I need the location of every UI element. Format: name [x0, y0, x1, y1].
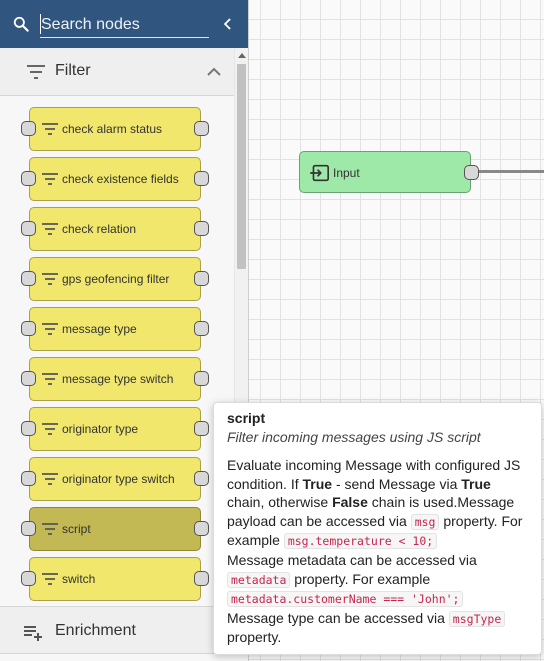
filter-list-icon [42, 123, 58, 135]
filter-node-label: originator type switch [62, 472, 175, 486]
search-bar [0, 0, 248, 48]
tooltip-code: msg.temperature < 10; [283, 533, 438, 550]
chevron-up-icon[interactable] [202, 60, 226, 84]
filter-node-label: message type switch [62, 372, 174, 386]
output-port[interactable] [194, 521, 209, 536]
input-port[interactable] [21, 321, 36, 336]
input-port[interactable] [21, 521, 36, 536]
filter-node-label: message type [62, 322, 137, 336]
filter-node-item[interactable]: check existence fields [21, 157, 209, 201]
output-port[interactable] [194, 371, 209, 386]
input-port[interactable] [21, 121, 36, 136]
filter-node-label: script [62, 522, 91, 536]
tooltip-title: script [227, 410, 266, 426]
tooltip-text: property. For example [290, 570, 431, 587]
output-port[interactable] [194, 271, 209, 286]
tooltip-text: Message metadata can be accessed via [227, 551, 477, 568]
output-port[interactable] [464, 165, 479, 180]
filter-node-item[interactable]: message type switch [21, 357, 209, 401]
tooltip-bold: False [332, 494, 368, 511]
filter-node-item[interactable]: switch [21, 557, 209, 601]
filter-node-item[interactable]: script [21, 507, 209, 551]
input-icon [310, 164, 329, 182]
output-port[interactable] [194, 121, 209, 136]
tooltip-text: - send Message via [332, 475, 462, 492]
filter-list-icon [42, 273, 58, 285]
input-node-label: Input [333, 166, 360, 180]
node-library-sidebar: Filter check alarm status check existence… [0, 0, 249, 661]
output-port[interactable] [194, 321, 209, 336]
filter-list-icon [42, 173, 58, 185]
search-icon [13, 16, 29, 32]
chevron-left-icon[interactable] [218, 14, 238, 34]
filter-node-label: check alarm status [62, 122, 163, 136]
filter-node-list: check alarm status check existence fields… [0, 96, 234, 606]
tooltip-subtitle: Filter incoming messages using JS script [227, 429, 481, 445]
input-port[interactable] [21, 471, 36, 486]
playlist-add-icon [24, 626, 42, 641]
filter-list-icon [42, 523, 58, 535]
filter-node-item[interactable]: gps geofencing filter [21, 257, 209, 301]
filter-node-label: originator type [62, 422, 139, 436]
output-port[interactable] [194, 471, 209, 486]
tooltip-text: property. [227, 629, 282, 646]
filter-list-icon [27, 65, 45, 79]
filter-node-item[interactable]: originator type switch [21, 457, 209, 501]
filter-list-icon [42, 423, 58, 435]
tooltip-text: chain, otherwise [227, 494, 333, 511]
filter-node-label: check relation [62, 222, 137, 236]
tooltip-code: msg [410, 513, 440, 530]
filter-node-label: switch [62, 572, 96, 586]
node-tooltip: script Filter incoming messages using JS… [213, 402, 542, 655]
filter-list-icon [42, 223, 58, 235]
filter-list-icon [42, 473, 58, 485]
filter-node-item[interactable]: originator type [21, 407, 209, 451]
output-port[interactable] [194, 221, 209, 236]
connection-line [478, 170, 544, 173]
input-node[interactable]: Input [299, 151, 479, 193]
input-port[interactable] [21, 271, 36, 286]
filter-node-label: gps geofencing filter [62, 272, 170, 286]
output-port[interactable] [194, 571, 209, 586]
scroll-up-arrow-icon[interactable] [238, 52, 246, 58]
filter-list-icon [42, 323, 58, 335]
section-title-filter: Filter [55, 62, 91, 79]
section-header-enrichment[interactable]: Enrichment [0, 606, 248, 654]
output-port[interactable] [194, 421, 209, 436]
text-cursor [40, 14, 41, 34]
filter-list-icon [42, 573, 58, 585]
filter-node-item[interactable]: message type [21, 307, 209, 351]
tooltip-bold: True [302, 475, 333, 492]
input-port[interactable] [21, 221, 36, 236]
search-input[interactable] [40, 12, 209, 38]
input-port[interactable] [21, 421, 36, 436]
input-port[interactable] [21, 371, 36, 386]
filter-node-item[interactable]: check relation [21, 207, 209, 251]
tooltip-description: Evaluate incoming Message with configure… [227, 456, 531, 647]
filter-node-label: check existence fields [62, 172, 179, 186]
tooltip-code: msgType [448, 610, 506, 627]
scrollbar-thumb[interactable] [237, 64, 246, 269]
input-port[interactable] [21, 571, 36, 586]
tooltip-bold: True [461, 475, 491, 492]
filter-list-icon [42, 373, 58, 385]
section-title-enrichment: Enrichment [55, 622, 136, 639]
tooltip-code: metadata [227, 571, 291, 588]
input-port[interactable] [21, 171, 36, 186]
filter-node-item[interactable]: check alarm status [21, 107, 209, 151]
section-header-filter[interactable]: Filter [0, 48, 234, 96]
tooltip-text: Message type can be accessed via [227, 609, 449, 626]
output-port[interactable] [194, 171, 209, 186]
tooltip-code: metadata.customerName === 'John'; [227, 591, 464, 608]
